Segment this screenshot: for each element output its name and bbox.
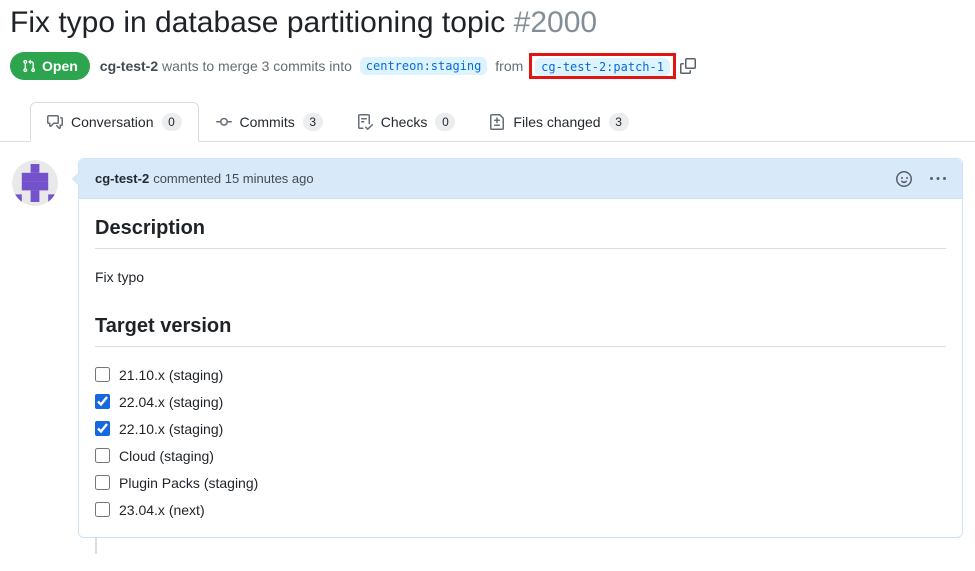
checkbox-label: Plugin Packs (staging) bbox=[119, 475, 258, 491]
tab-counter: 0 bbox=[162, 113, 182, 131]
comment-body: Description Fix typo Target version 21.1… bbox=[79, 199, 962, 537]
checkbox-21-10-x-staging[interactable] bbox=[95, 367, 110, 382]
smiley-icon bbox=[896, 171, 912, 187]
pr-title-text: Fix typo in database partitioning topic bbox=[10, 6, 505, 39]
pr-author[interactable]: cg-test-2 bbox=[100, 58, 158, 74]
target-version-heading: Target version bbox=[95, 315, 946, 347]
comment-discussion-icon bbox=[47, 114, 63, 130]
target-version-list: 21.10.x (staging) 22.04.x (staging) 22.1… bbox=[95, 361, 946, 523]
list-item: 22.04.x (staging) bbox=[95, 388, 946, 415]
checkbox-plugin-packs-staging[interactable] bbox=[95, 475, 110, 490]
pr-title: Fix typo in database partitioning topic … bbox=[10, 6, 965, 40]
file-diff-icon bbox=[489, 114, 505, 130]
checkbox-cloud-staging[interactable] bbox=[95, 448, 110, 463]
list-item: 23.04.x (next) bbox=[95, 496, 946, 523]
checkbox-22-04-x-staging[interactable] bbox=[95, 394, 110, 409]
checkbox-22-10-x-staging[interactable] bbox=[95, 421, 110, 436]
kebab-horizontal-icon bbox=[930, 171, 946, 187]
list-item: Plugin Packs (staging) bbox=[95, 469, 946, 496]
pr-timeline: cg-test-2 commented 15 minutes ago Descr… bbox=[0, 158, 975, 538]
comment-author[interactable]: cg-test-2 bbox=[95, 171, 149, 186]
comment-header-actions bbox=[896, 171, 946, 187]
identicon-avatar-icon bbox=[12, 160, 58, 206]
tab-counter: 0 bbox=[435, 113, 455, 131]
from-text: from bbox=[491, 58, 527, 74]
pr-status-row: Open cg-test-2 wants to merge 3 commits … bbox=[10, 52, 965, 80]
comment-meta: commented 15 minutes ago bbox=[153, 171, 313, 186]
pr-number: #2000 bbox=[514, 6, 597, 39]
tab-label: Checks bbox=[381, 114, 428, 130]
pr-description-comment: cg-test-2 commented 15 minutes ago Descr… bbox=[78, 158, 963, 538]
add-reaction-button[interactable] bbox=[896, 171, 912, 187]
pr-state-label: Open bbox=[42, 58, 78, 74]
tab-conversation[interactable]: Conversation 0 bbox=[30, 102, 199, 142]
tab-checks[interactable]: Checks 0 bbox=[340, 102, 473, 142]
checkbox-label: 21.10.x (staging) bbox=[119, 367, 223, 383]
annotation-highlight-box: cg-test-2:patch-1 bbox=[529, 53, 676, 79]
checklist-icon bbox=[357, 114, 373, 130]
pr-merge-summary: cg-test-2 wants to merge 3 commits into … bbox=[100, 53, 676, 79]
tab-label: Commits bbox=[240, 114, 295, 130]
comment-header: cg-test-2 commented 15 minutes ago bbox=[79, 159, 962, 199]
list-item: Cloud (staging) bbox=[95, 442, 946, 469]
merge-text: wants to merge 3 commits into bbox=[158, 58, 356, 74]
tab-commits[interactable]: Commits 3 bbox=[199, 102, 340, 142]
head-branch-label[interactable]: cg-test-2:patch-1 bbox=[535, 58, 670, 76]
checkbox-label: 22.10.x (staging) bbox=[119, 421, 223, 437]
copy-branch-button[interactable] bbox=[680, 58, 696, 74]
git-pull-request-icon bbox=[22, 59, 36, 73]
pr-tabnav: Conversation 0 Commits 3 Checks 0 Files … bbox=[0, 102, 975, 142]
list-item: 21.10.x (staging) bbox=[95, 361, 946, 388]
base-branch-label[interactable]: centreon:staging bbox=[360, 57, 488, 75]
timeline-connector-line bbox=[95, 538, 97, 554]
copy-icon bbox=[680, 58, 696, 74]
description-text: Fix typo bbox=[95, 269, 946, 285]
comment-options-button[interactable] bbox=[930, 171, 946, 187]
checkbox-23-04-x-next[interactable] bbox=[95, 502, 110, 517]
tab-label: Conversation bbox=[71, 114, 154, 130]
tab-counter: 3 bbox=[609, 113, 629, 131]
tab-label: Files changed bbox=[513, 114, 600, 130]
checkbox-label: Cloud (staging) bbox=[119, 448, 214, 464]
git-commit-icon bbox=[216, 114, 232, 130]
pr-state-badge: Open bbox=[10, 52, 90, 80]
checkbox-label: 23.04.x (next) bbox=[119, 502, 205, 518]
avatar[interactable] bbox=[12, 160, 58, 206]
description-heading: Description bbox=[95, 217, 946, 249]
tab-counter: 3 bbox=[303, 113, 323, 131]
checkbox-label: 22.04.x (staging) bbox=[119, 394, 223, 410]
tab-files-changed[interactable]: Files changed 3 bbox=[472, 102, 645, 142]
list-item: 22.10.x (staging) bbox=[95, 415, 946, 442]
